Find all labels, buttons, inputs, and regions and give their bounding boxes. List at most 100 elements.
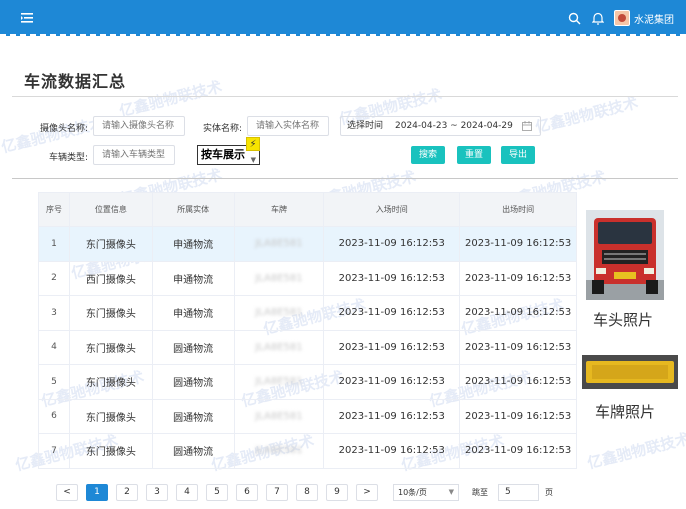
truck-head-photo[interactable] <box>586 210 664 300</box>
view-mode-value: 按车展示 <box>201 148 245 161</box>
row-plate: JLA8E581 <box>233 260 325 296</box>
table-row[interactable]: 7 东门摄像头 圆通物流 JLA8E581 2023-11-09 16:12:5… <box>38 433 577 469</box>
row-entity: 圆通物流 <box>151 329 235 365</box>
filter-divider <box>12 178 678 179</box>
row-index: 2 <box>38 260 70 296</box>
top-header: 水泥集团 <box>0 0 686 36</box>
menu-toggle-icon[interactable] <box>20 11 34 25</box>
camera-name-input[interactable] <box>93 116 185 136</box>
row-exit-time: 2023-11-09 16:12:53 <box>459 364 577 400</box>
search-icon[interactable] <box>566 10 582 26</box>
row-plate: JLA8E581 <box>233 226 325 262</box>
date-label: 选择时间 <box>347 121 384 131</box>
watermark: 亿鑫驰物联技术 <box>533 93 640 137</box>
license-plate-photo[interactable] <box>582 355 678 389</box>
row-index: 5 <box>38 364 70 400</box>
reset-button[interactable]: 重置 <box>457 146 491 164</box>
row-exit-time: 2023-11-09 16:12:53 <box>459 433 577 469</box>
pagination-page-3[interactable]: 3 <box>146 484 168 501</box>
plate-number-blurred: JLA8E581 <box>255 410 303 422</box>
row-location: 东门摄像头 <box>68 398 153 434</box>
watermark: 亿鑫驰物联技术 <box>117 77 224 121</box>
chevron-down-icon: ▼ <box>448 488 454 496</box>
row-index: 3 <box>38 295 70 331</box>
page-size-value: 10条/页 <box>398 488 427 497</box>
row-entity: 申通物流 <box>151 226 235 262</box>
org-name[interactable]: 水泥集团 <box>634 11 674 26</box>
truck-head-photo-caption: 车头照片 <box>593 311 654 329</box>
row-entry-time: 2023-11-09 16:12:53 <box>323 433 461 469</box>
plate-number-blurred: JLA8E581 <box>255 307 303 319</box>
date-range-picker[interactable]: 选择时间 2024-04-23 ~ 2024-04-29 <box>340 116 541 136</box>
goto-page-input[interactable]: 5 <box>498 484 539 501</box>
export-button[interactable]: 导出 <box>501 146 535 164</box>
plate-number-blurred: JLA8E581 <box>255 238 303 250</box>
user-avatar[interactable] <box>614 10 630 26</box>
title-divider <box>12 96 678 97</box>
row-entity: 申通物流 <box>151 295 235 331</box>
row-entry-time: 2023-11-09 16:12:53 <box>323 329 461 365</box>
row-exit-time: 2023-11-09 16:12:53 <box>459 398 577 434</box>
table-header-row: 序号 位置信息 所属实体 车牌 入场时间 出场时间 <box>38 192 577 227</box>
row-entity: 申通物流 <box>151 260 235 296</box>
pagination-page-8[interactable]: 8 <box>296 484 318 501</box>
watermark: 亿鑫驰物联技术 <box>585 429 686 473</box>
row-index: 6 <box>38 398 70 434</box>
row-plate: JLA8E581 <box>233 329 325 365</box>
table-row[interactable]: 3 东门摄像头 申通物流 JLA8E581 2023-11-09 16:12:5… <box>38 295 577 331</box>
bell-icon[interactable] <box>590 10 606 26</box>
pagination-page-7[interactable]: 7 <box>266 484 288 501</box>
table-row[interactable]: 4 东门摄像头 圆通物流 JLA8E581 2023-11-09 16:12:5… <box>38 329 577 365</box>
column-header-entity: 所属实体 <box>151 192 235 227</box>
table-row[interactable]: 6 东门摄像头 圆通物流 JLA8E581 2023-11-09 16:12:5… <box>38 398 577 434</box>
row-exit-time: 2023-11-09 16:12:53 <box>459 226 577 262</box>
plate-number-blurred: JLA8E581 <box>255 341 303 353</box>
pagination-page-5[interactable]: 5 <box>206 484 228 501</box>
row-location: 东门摄像头 <box>68 433 153 469</box>
vehicle-flow-table: 序号 位置信息 所属实体 车牌 入场时间 出场时间 1 东门摄像头 申通物流 J… <box>38 192 577 469</box>
pagination-prev-button[interactable]: < <box>56 484 78 501</box>
license-plate-photo-caption: 车牌照片 <box>595 403 656 421</box>
table-row[interactable]: 1 东门摄像头 申通物流 JLA8E581 2023-11-09 16:12:5… <box>38 226 577 262</box>
column-header-index: 序号 <box>38 192 70 227</box>
plate-number-blurred: JLA8E581 <box>255 272 303 284</box>
entity-name-input[interactable] <box>247 116 329 136</box>
row-location: 东门摄像头 <box>68 295 153 331</box>
lightning-bolt-icon[interactable]: ⚡ <box>246 137 260 151</box>
row-exit-time: 2023-11-09 16:12:53 <box>459 295 577 331</box>
row-entity: 圆通物流 <box>151 364 235 400</box>
entity-name-label: 实体名称: <box>202 124 242 134</box>
row-plate: JLA8E581 <box>233 364 325 400</box>
row-entity: 圆通物流 <box>151 398 235 434</box>
pagination-page-6[interactable]: 6 <box>236 484 258 501</box>
row-location: 东门摄像头 <box>68 364 153 400</box>
table-row[interactable]: 5 东门摄像头 圆通物流 JLA8E581 2023-11-09 16:12:5… <box>38 364 577 400</box>
row-entry-time: 2023-11-09 16:12:53 <box>323 295 461 331</box>
column-header-location: 位置信息 <box>68 192 153 227</box>
search-button[interactable]: 搜索 <box>411 146 445 164</box>
row-location: 东门摄像头 <box>68 226 153 262</box>
plate-number-blurred: JLA8E581 <box>255 445 303 457</box>
row-plate: JLA8E581 <box>233 398 325 434</box>
pagination-page-1[interactable]: 1 <box>86 484 108 501</box>
row-entity: 圆通物流 <box>151 433 235 469</box>
row-index: 4 <box>38 329 70 365</box>
vehicle-type-input[interactable] <box>93 145 175 165</box>
goto-label: 跳至 <box>472 488 488 497</box>
column-header-plate: 车牌 <box>233 192 325 227</box>
pagination-page-4[interactable]: 4 <box>176 484 198 501</box>
row-location: 东门摄像头 <box>68 329 153 365</box>
row-entry-time: 2023-11-09 16:12:53 <box>323 260 461 296</box>
pagination-next-button[interactable]: > <box>356 484 378 501</box>
pagination-page-2[interactable]: 2 <box>116 484 138 501</box>
row-index: 7 <box>38 433 70 469</box>
row-entry-time: 2023-11-09 16:12:53 <box>323 398 461 434</box>
row-exit-time: 2023-11-09 16:12:53 <box>459 260 577 296</box>
column-header-exit-time: 出场时间 <box>459 192 577 227</box>
pagination-page-9[interactable]: 9 <box>326 484 348 501</box>
chevron-down-icon: ▼ <box>250 156 256 164</box>
camera-name-label: 摄像头名称: <box>39 124 88 134</box>
row-location: 西门摄像头 <box>68 260 153 296</box>
table-row[interactable]: 2 西门摄像头 申通物流 JLA8E581 2023-11-09 16:12:5… <box>38 260 577 296</box>
page-size-select[interactable]: 10条/页 ▼ <box>393 484 459 501</box>
